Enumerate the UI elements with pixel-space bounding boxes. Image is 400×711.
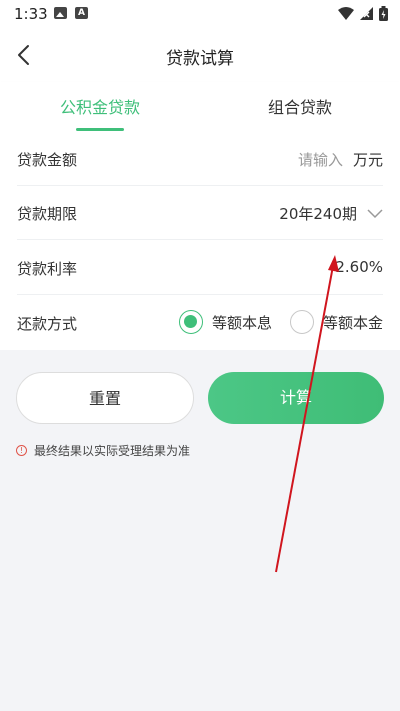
option-label: 等额本息 — [211, 313, 272, 332]
amount-row[interactable]: 贷款金额 请输入 万元 — [17, 132, 383, 186]
loan-form: 贷款金额 请输入 万元 贷款期限 20年240期 贷款利率 2.60% 还款方式… — [0, 132, 400, 350]
app-notification-icon: A — [75, 7, 88, 19]
radio-selected-icon[interactable] — [178, 310, 203, 334]
term-label: 贷款期限 — [17, 205, 78, 223]
calculate-button[interactable]: 计算 — [208, 372, 384, 424]
wifi-icon — [338, 7, 354, 20]
radio-unselected-icon[interactable] — [289, 310, 314, 334]
amount-unit: 万元 — [352, 151, 383, 169]
amount-label: 贷款金额 — [17, 151, 78, 169]
amount-input[interactable]: 请输入 — [298, 149, 343, 170]
option-label: 等额本金 — [322, 313, 383, 332]
tab-combination-loan[interactable]: 组合贷款 — [200, 94, 400, 118]
chevron-down-icon[interactable] — [367, 208, 383, 219]
rate-value[interactable]: 2.60% — [335, 258, 383, 276]
rate-label: 贷款利率 — [17, 260, 78, 278]
option-equal-principal[interactable]: 等额本金 — [289, 310, 383, 334]
option-equal-installment[interactable]: 等额本息 — [178, 310, 272, 334]
tab-housing-fund-loan[interactable]: 公积金贷款 — [0, 94, 200, 118]
rate-row: 贷款利率 2.60% — [17, 241, 383, 295]
reset-button[interactable]: 重置 — [16, 372, 194, 424]
app-header: 贷款试算 — [0, 28, 400, 82]
signal-icon — [360, 7, 373, 20]
status-bar: 1:33 A — [0, 0, 400, 28]
warning-icon: ! — [16, 445, 27, 456]
gallery-notification-icon — [54, 7, 67, 19]
repayment-method-row: 还款方式 等额本息 等额本金 — [17, 296, 383, 350]
method-label: 还款方式 — [17, 315, 78, 333]
status-time: 1:33 — [14, 5, 48, 23]
notice: ! 最终结果以实际受理结果为准 — [16, 442, 190, 459]
term-value[interactable]: 20年240期 — [279, 203, 357, 224]
term-row[interactable]: 贷款期限 20年240期 — [17, 186, 383, 240]
loan-type-tabs: 公积金贷款 组合贷款 — [0, 82, 400, 132]
notice-text: 最终结果以实际受理结果为准 — [34, 444, 191, 458]
battery-icon — [379, 6, 388, 21]
page-title: 贷款试算 — [166, 49, 234, 69]
active-tab-indicator — [76, 128, 124, 131]
